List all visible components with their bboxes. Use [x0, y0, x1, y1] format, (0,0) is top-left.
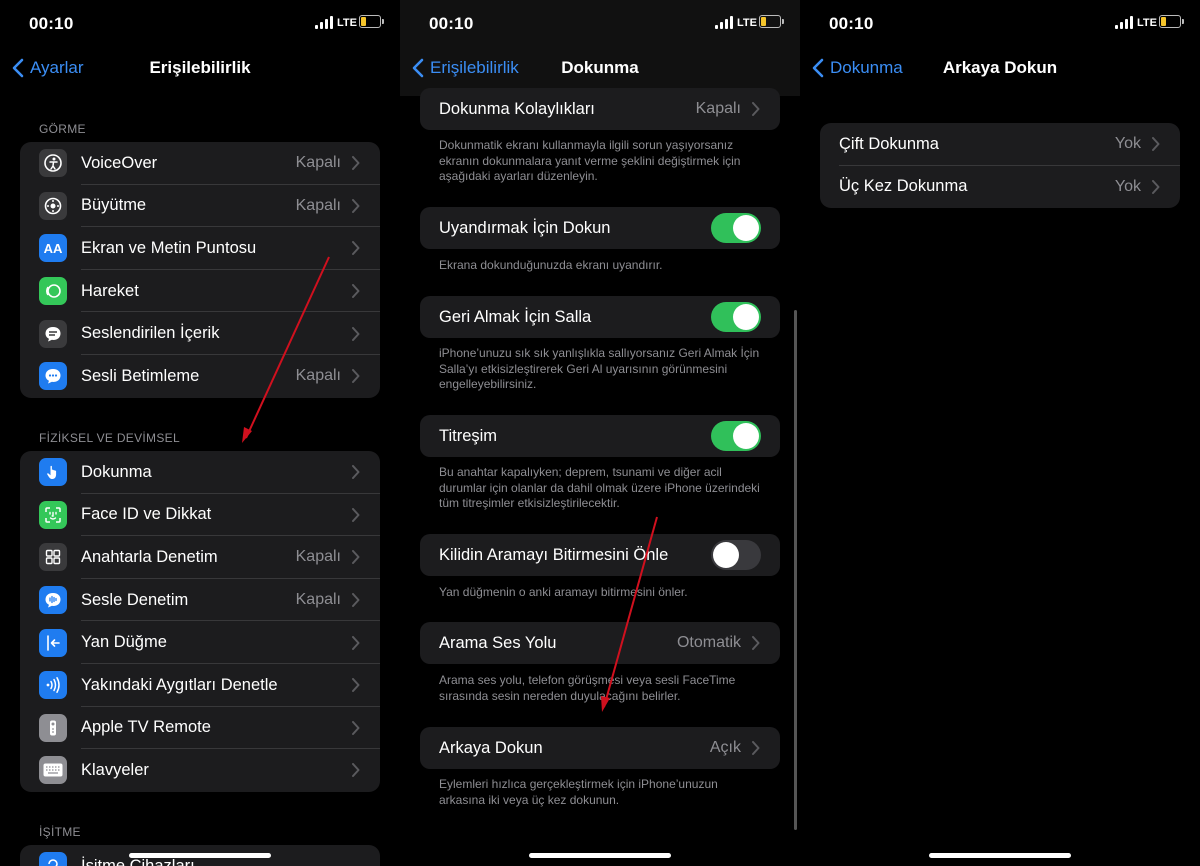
- row-label: Çift Dokunma: [839, 134, 939, 153]
- network-label: LTE: [1137, 17, 1157, 29]
- touch-screen: 00:10 LTE Erişilebilirlik Dokunma Dokunm…: [400, 0, 800, 866]
- chevron-right-icon: [1152, 137, 1160, 152]
- row-value: Yok: [1114, 177, 1141, 195]
- chevron-right-icon: [1152, 179, 1160, 194]
- back-tap-screen: 00:10 LTE Dokunma Arkaya Dokun Çift Doku…: [800, 0, 1200, 866]
- row-value: Yok: [1114, 135, 1141, 153]
- triple-tap-row[interactable]: Üç Kez Dokunma Yok: [820, 166, 1180, 209]
- page-title: Arkaya Dokun: [942, 58, 1058, 77]
- annotation-arrow: [242, 256, 330, 443]
- accessibility-screen: 00:10 LTE Ayarlar Erişilebilirlik GÖRME …: [0, 0, 400, 866]
- home-indicator: [129, 853, 271, 858]
- row-label: Üç Kez Dokunma: [839, 177, 968, 196]
- status-time: 00:10: [829, 14, 874, 33]
- status-bar: 00:10 LTE: [800, 0, 1200, 46]
- home-indicator: [929, 853, 1071, 858]
- home-indicator: [529, 853, 671, 858]
- signal-icon: [1115, 16, 1135, 29]
- battery-icon: [1159, 15, 1184, 28]
- nav-bar: Dokunma Arkaya Dokun: [800, 46, 1200, 90]
- double-tap-row[interactable]: Çift Dokunma Yok: [820, 123, 1180, 166]
- annotation-arrow: [601, 516, 658, 712]
- back-tap-group: Çift Dokunma Yok Üç Kez Dokunma Yok: [820, 123, 1180, 208]
